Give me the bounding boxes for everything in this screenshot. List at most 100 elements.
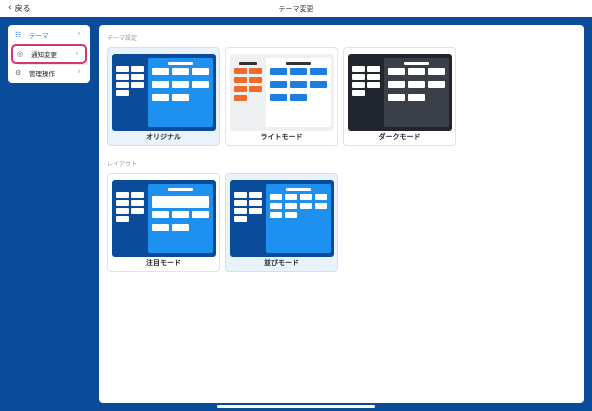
preview-card xyxy=(270,94,287,101)
preview-card xyxy=(352,66,365,72)
preview-card xyxy=(270,81,287,88)
theme-preview-dark xyxy=(348,54,452,131)
preview-card xyxy=(116,66,129,72)
section-label-layout: レイアウト xyxy=(107,161,138,168)
theme-card-label: ライトモード xyxy=(260,133,303,141)
preview-card xyxy=(352,74,365,80)
preview-card xyxy=(352,90,365,96)
preview-card xyxy=(315,203,327,209)
preview-card xyxy=(270,194,282,200)
layout-card-focus[interactable]: 注目モード xyxy=(107,173,220,272)
preview-card xyxy=(234,68,247,74)
preview-card xyxy=(367,74,380,80)
preview-card xyxy=(131,192,144,198)
preview-card xyxy=(249,200,262,206)
preview-title-bar xyxy=(286,62,311,65)
preview-card xyxy=(152,81,169,88)
theme-card-light[interactable]: ライトモード xyxy=(225,47,338,146)
preview-card xyxy=(234,192,247,198)
sidebar-item-theme[interactable]: ☷ テーマ › xyxy=(11,26,87,44)
preview-card xyxy=(234,86,247,92)
preview-card xyxy=(234,77,247,83)
preview-card xyxy=(131,200,144,206)
notification-icon: ◎ xyxy=(17,50,24,58)
sidebar-item-admin[interactable]: ⚙ 管理操作 › xyxy=(11,64,87,82)
preview-card xyxy=(290,94,307,101)
preview-card xyxy=(408,68,425,75)
preview-card xyxy=(131,66,144,72)
chevron-right-icon: › xyxy=(77,29,81,39)
preview-card xyxy=(408,81,425,88)
preview-card xyxy=(408,94,425,101)
theme-grid-icon: ☷ xyxy=(15,31,22,39)
sidebar-item-label: テーマ xyxy=(29,32,49,40)
preview-card xyxy=(192,68,209,75)
chevron-right-icon: › xyxy=(77,67,81,77)
preview-card xyxy=(116,90,129,96)
preview-card xyxy=(152,211,169,218)
preview-card xyxy=(234,200,247,206)
preview-card xyxy=(285,203,297,209)
preview-card xyxy=(116,216,129,222)
preview-title-bar xyxy=(404,62,429,65)
preview-card xyxy=(428,68,445,75)
preview-card xyxy=(310,68,327,75)
gear-icon: ⚙ xyxy=(15,69,22,77)
preview-card xyxy=(367,66,380,72)
page-title: テーマ変更 xyxy=(278,5,314,13)
preview-card xyxy=(249,192,262,198)
preview-card xyxy=(116,82,129,88)
preview-card xyxy=(270,212,282,218)
layout-card-label: 注目モード xyxy=(146,259,181,267)
preview-card xyxy=(172,81,189,88)
sidebar-item-notification[interactable]: ◎ 通知変更 › xyxy=(11,44,87,64)
preview-title-bar xyxy=(239,62,257,65)
preview-card xyxy=(270,68,287,75)
preview-featured-card xyxy=(152,196,209,208)
preview-card xyxy=(300,203,312,209)
preview-card xyxy=(249,77,262,83)
top-bar: ‹ 戻る テーマ変更 xyxy=(0,0,592,17)
preview-card xyxy=(352,82,365,88)
preview-card xyxy=(131,74,144,80)
theme-settings-panel: テーマ設定 オリジナル ライトモード ダークモード レイアウト 注目モード 並び… xyxy=(99,25,584,403)
preview-card xyxy=(310,81,327,88)
sidebar-item-label: 通知変更 xyxy=(31,51,57,59)
preview-card xyxy=(172,211,189,218)
preview-card xyxy=(315,194,327,200)
preview-card xyxy=(234,95,247,101)
settings-sidebar: ☷ テーマ › ◎ 通知変更 › ⚙ 管理操作 › xyxy=(8,25,90,83)
theme-card-dark[interactable]: ダークモード xyxy=(343,47,456,146)
preview-card xyxy=(388,68,405,75)
theme-card-original[interactable]: オリジナル xyxy=(107,47,220,146)
preview-main-area xyxy=(148,184,213,253)
preview-card xyxy=(249,208,262,214)
layout-card-label: 並びモード xyxy=(264,259,299,267)
preview-card xyxy=(116,208,129,214)
preview-card xyxy=(152,68,169,75)
theme-preview-original xyxy=(112,54,216,131)
preview-card xyxy=(234,208,247,214)
preview-card xyxy=(192,211,209,218)
preview-title-bar xyxy=(168,62,193,65)
layout-preview-focus xyxy=(112,180,216,257)
preview-card xyxy=(300,194,312,200)
layout-card-row[interactable]: 並びモード xyxy=(225,173,338,272)
layout-preview-row xyxy=(230,180,334,257)
preview-card xyxy=(234,216,247,222)
preview-card xyxy=(192,81,209,88)
preview-card xyxy=(116,192,129,198)
theme-card-label: ダークモード xyxy=(378,133,421,141)
preview-card xyxy=(388,94,405,101)
theme-preview-light xyxy=(230,54,334,131)
preview-card xyxy=(152,94,169,101)
preview-card xyxy=(285,212,297,218)
preview-card xyxy=(131,208,144,214)
preview-card xyxy=(131,82,144,88)
sidebar-item-label: 管理操作 xyxy=(29,70,55,78)
home-indicator xyxy=(217,405,375,408)
preview-card xyxy=(270,203,282,209)
theme-card-label: オリジナル xyxy=(146,133,181,141)
preview-title-bar xyxy=(168,188,193,191)
preview-card xyxy=(290,81,307,88)
